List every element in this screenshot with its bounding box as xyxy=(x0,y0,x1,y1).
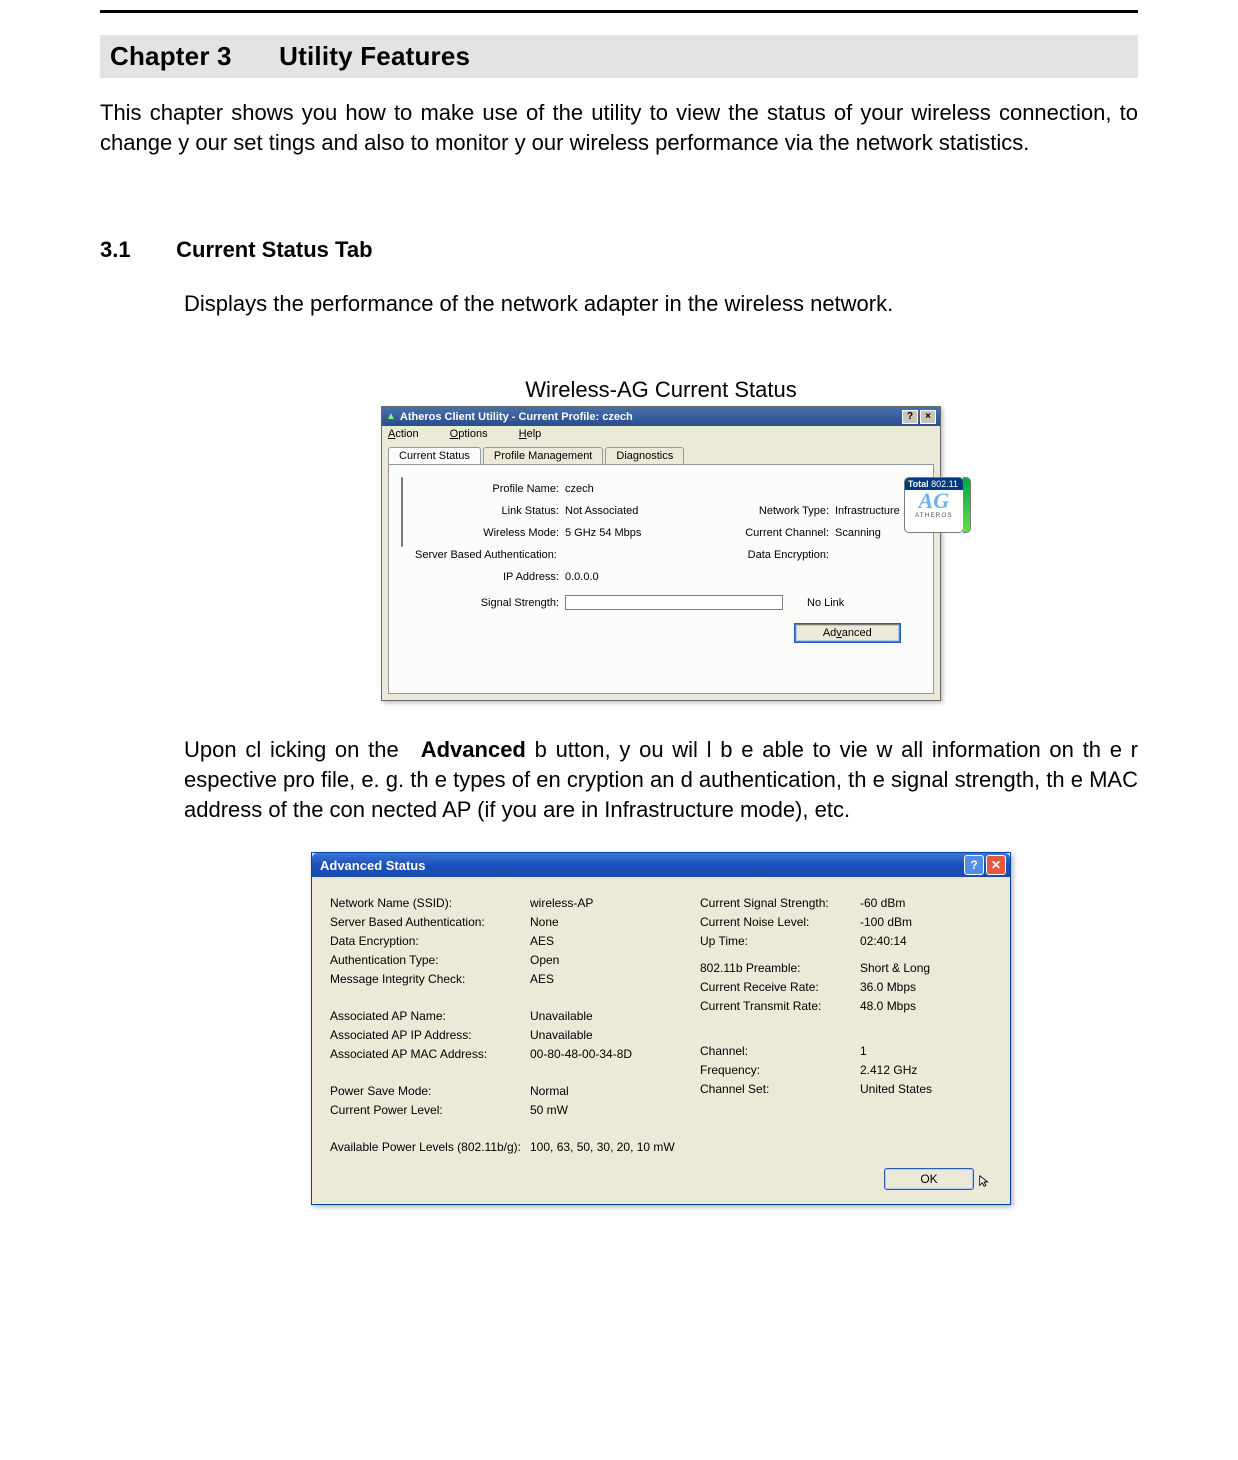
val-mic: AES xyxy=(530,969,700,988)
advanced-button[interactable]: Advanced xyxy=(795,624,900,642)
val-crr: 36.0 Mbps xyxy=(860,977,992,996)
lbl-aapmac: Associated AP MAC Address: xyxy=(330,1044,530,1063)
val-sba: None xyxy=(530,912,700,931)
chapter-number: Chapter 3 xyxy=(110,41,232,71)
win2-titlebar[interactable]: Advanced Status ? ✕ xyxy=(312,853,1010,877)
section-title: Current Status Tab xyxy=(176,237,372,262)
left-values-column: wireless-AP None AES Open AES Unavailabl… xyxy=(530,893,700,1156)
close-icon[interactable]: ✕ xyxy=(986,855,1006,875)
lbl-data-encryption: Data Encryption: xyxy=(695,549,835,561)
win1-titlebar[interactable]: ▲ Atheros Client Utility - Current Profi… xyxy=(382,407,940,426)
tab-current-status[interactable]: Current Status xyxy=(388,447,481,465)
val-link-status: Not Associated xyxy=(565,505,695,517)
menu-options[interactable]: Options xyxy=(450,428,502,440)
val-data-encryption xyxy=(835,549,900,561)
lbl-aapn: Associated AP Name: xyxy=(330,1006,530,1025)
app-icon: ▲ xyxy=(386,411,396,422)
lbl-ut: Up Time: xyxy=(700,931,860,950)
val-cpl: 50 mW xyxy=(530,1100,700,1119)
menu-help[interactable]: Help xyxy=(519,428,556,440)
atheros-logo-right: Total 802.11 AG ATHEROS xyxy=(904,477,971,533)
win2-title: Advanced Status xyxy=(320,858,425,873)
val-css: -60 dBm xyxy=(860,893,992,912)
right-values-column: -60 dBm -100 dBm 02:40:14 Short & Long 3… xyxy=(860,893,992,1156)
tab-pane-current-status: Total Total 802.11802.11 A ATHEROS Profi… xyxy=(388,464,934,694)
lbl-fr: Frequency: xyxy=(700,1060,860,1079)
lbl-ch: Channel: xyxy=(700,1041,860,1060)
val-current-channel: Scanning xyxy=(835,527,900,539)
menubar: Action Options Help xyxy=(382,426,940,442)
figure1-caption: Wireless-AG Current Status xyxy=(184,377,1138,403)
atheros-utility-window: ▲ Atheros Client Utility - Current Profi… xyxy=(381,406,941,701)
lbl-css: Current Signal Strength: xyxy=(700,893,860,912)
val-aapip: Unavailable xyxy=(530,1025,700,1044)
chapter-heading: Chapter 3 Utility Features xyxy=(100,35,1138,78)
val-cnl: -100 dBm xyxy=(860,912,992,931)
lbl-crr: Current Receive Rate: xyxy=(700,977,860,996)
lbl-ip-address: IP Address: xyxy=(415,571,565,583)
lbl-aapip: Associated AP IP Address: xyxy=(330,1025,530,1044)
val-aapmac: 00-80-48-00-34-8D xyxy=(530,1044,700,1063)
val-network-type: Infrastructure xyxy=(835,505,900,517)
section-heading: 3.1 Current Status Tab xyxy=(100,237,1138,263)
lbl-psm: Power Save Mode: xyxy=(330,1081,530,1100)
close-icon[interactable]: × xyxy=(920,410,936,424)
val-ctr: 48.0 Mbps xyxy=(860,996,992,1015)
advanced-status-window: Advanced Status ? ✕ Network Name (SSID):… xyxy=(311,852,1011,1205)
val-ut: 02:40:14 xyxy=(860,931,992,950)
lbl-cs: Channel Set: xyxy=(700,1079,860,1098)
cursor-icon xyxy=(978,1174,992,1191)
val-wireless-mode: 5 GHz 54 Mbps xyxy=(565,527,695,539)
val-aapn: Unavailable xyxy=(530,1006,700,1025)
header-rule xyxy=(100,10,1138,13)
val-ch: 1 xyxy=(860,1041,992,1060)
lbl-link-status: Link Status: xyxy=(415,505,565,517)
val-signal-strength: No Link xyxy=(807,597,844,609)
lbl-at: Authentication Type: xyxy=(330,950,530,969)
lbl-server-auth: Server Based Authentication: xyxy=(415,549,565,561)
lbl-sba: Server Based Authentication: xyxy=(330,912,530,931)
tab-diagnostics[interactable]: Diagnostics xyxy=(605,447,684,465)
val-at: Open xyxy=(530,950,700,969)
lbl-apl: Available Power Levels (802.11b/g): xyxy=(330,1137,560,1156)
lbl-cpl: Current Power Level: xyxy=(330,1100,530,1119)
lbl-current-channel: Current Channel: xyxy=(695,527,835,539)
lbl-signal-strength: Signal Strength: xyxy=(415,597,565,609)
chapter-title: Utility Features xyxy=(279,41,470,71)
val-profile-name: czech xyxy=(565,483,695,495)
left-labels-column: Network Name (SSID): Server Based Authen… xyxy=(330,893,530,1156)
val-cs: United States xyxy=(860,1079,992,1098)
help-icon[interactable]: ? xyxy=(964,855,984,875)
lbl-de: Data Encryption: xyxy=(330,931,530,950)
val-fr: 2.412 GHz xyxy=(860,1060,992,1079)
val-ip-address: 0.0.0.0 xyxy=(565,571,695,583)
signal-strength-bar xyxy=(565,595,783,610)
val-psm: Normal xyxy=(530,1081,700,1100)
section-intro: Displays the performance of the network … xyxy=(184,291,1138,317)
paragraph-advanced: Upon cl icking on the Advanced b utton, … xyxy=(184,735,1138,824)
win1-title: Atheros Client Utility - Current Profile… xyxy=(400,411,633,423)
help-icon[interactable]: ? xyxy=(902,410,918,424)
lbl-ctr: Current Transmit Rate: xyxy=(700,996,860,1015)
tab-profile-management[interactable]: Profile Management xyxy=(483,447,603,465)
chapter-intro: This chapter shows you how to make use o… xyxy=(100,98,1138,157)
lbl-wireless-mode: Wireless Mode: xyxy=(415,527,565,539)
tabstrip: Current Status Profile Management Diagno… xyxy=(388,447,934,465)
right-labels-column: Current Signal Strength: Current Noise L… xyxy=(700,893,860,1156)
menu-action[interactable]: Action xyxy=(388,428,433,440)
lbl-profile-name: Profile Name: xyxy=(415,483,565,495)
val-pre: Short & Long xyxy=(860,958,992,977)
lbl-network-type: Network Type: xyxy=(695,505,835,517)
lbl-cnl: Current Noise Level: xyxy=(700,912,860,931)
val-de: AES xyxy=(530,931,700,950)
ok-button[interactable]: OK xyxy=(884,1168,974,1190)
lbl-ssid: Network Name (SSID): xyxy=(330,893,530,912)
val-ssid: wireless-AP xyxy=(530,893,700,912)
val-server-auth xyxy=(565,549,695,561)
section-number: 3.1 xyxy=(100,237,170,263)
lbl-pre: 802.11b Preamble: xyxy=(700,958,860,977)
lbl-mic: Message Integrity Check: xyxy=(330,969,530,988)
